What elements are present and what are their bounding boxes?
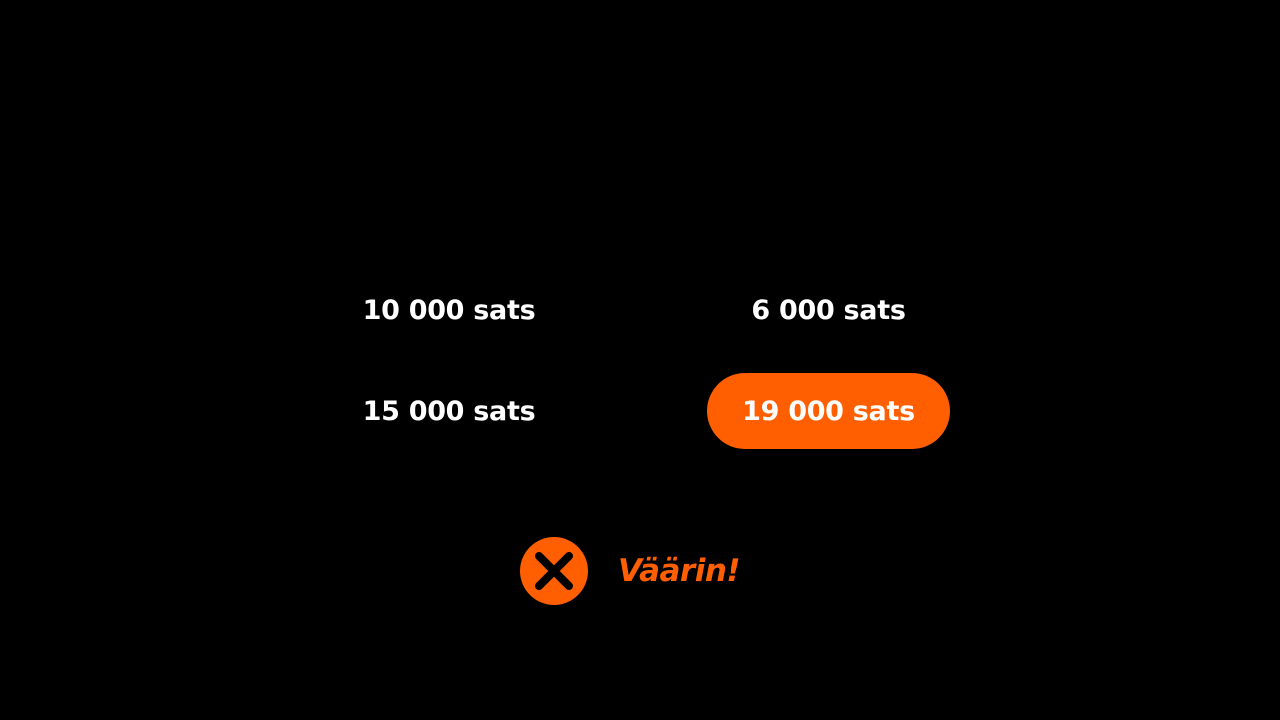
quiz-screen: 10 000 sats 6 000 sats 15 000 sats 19 00… [0,0,1280,720]
answer-option-15000[interactable]: 15 000 sats [328,373,570,449]
answer-option-6000[interactable]: 6 000 sats [707,272,950,348]
answer-option-19000-selected[interactable]: 19 000 sats [707,373,950,449]
feedback-message: Väärin! [618,553,741,589]
answer-option-10000[interactable]: 10 000 sats [328,272,570,348]
close-circle-icon [520,537,588,605]
close-circle-icon-graphic [520,537,588,605]
